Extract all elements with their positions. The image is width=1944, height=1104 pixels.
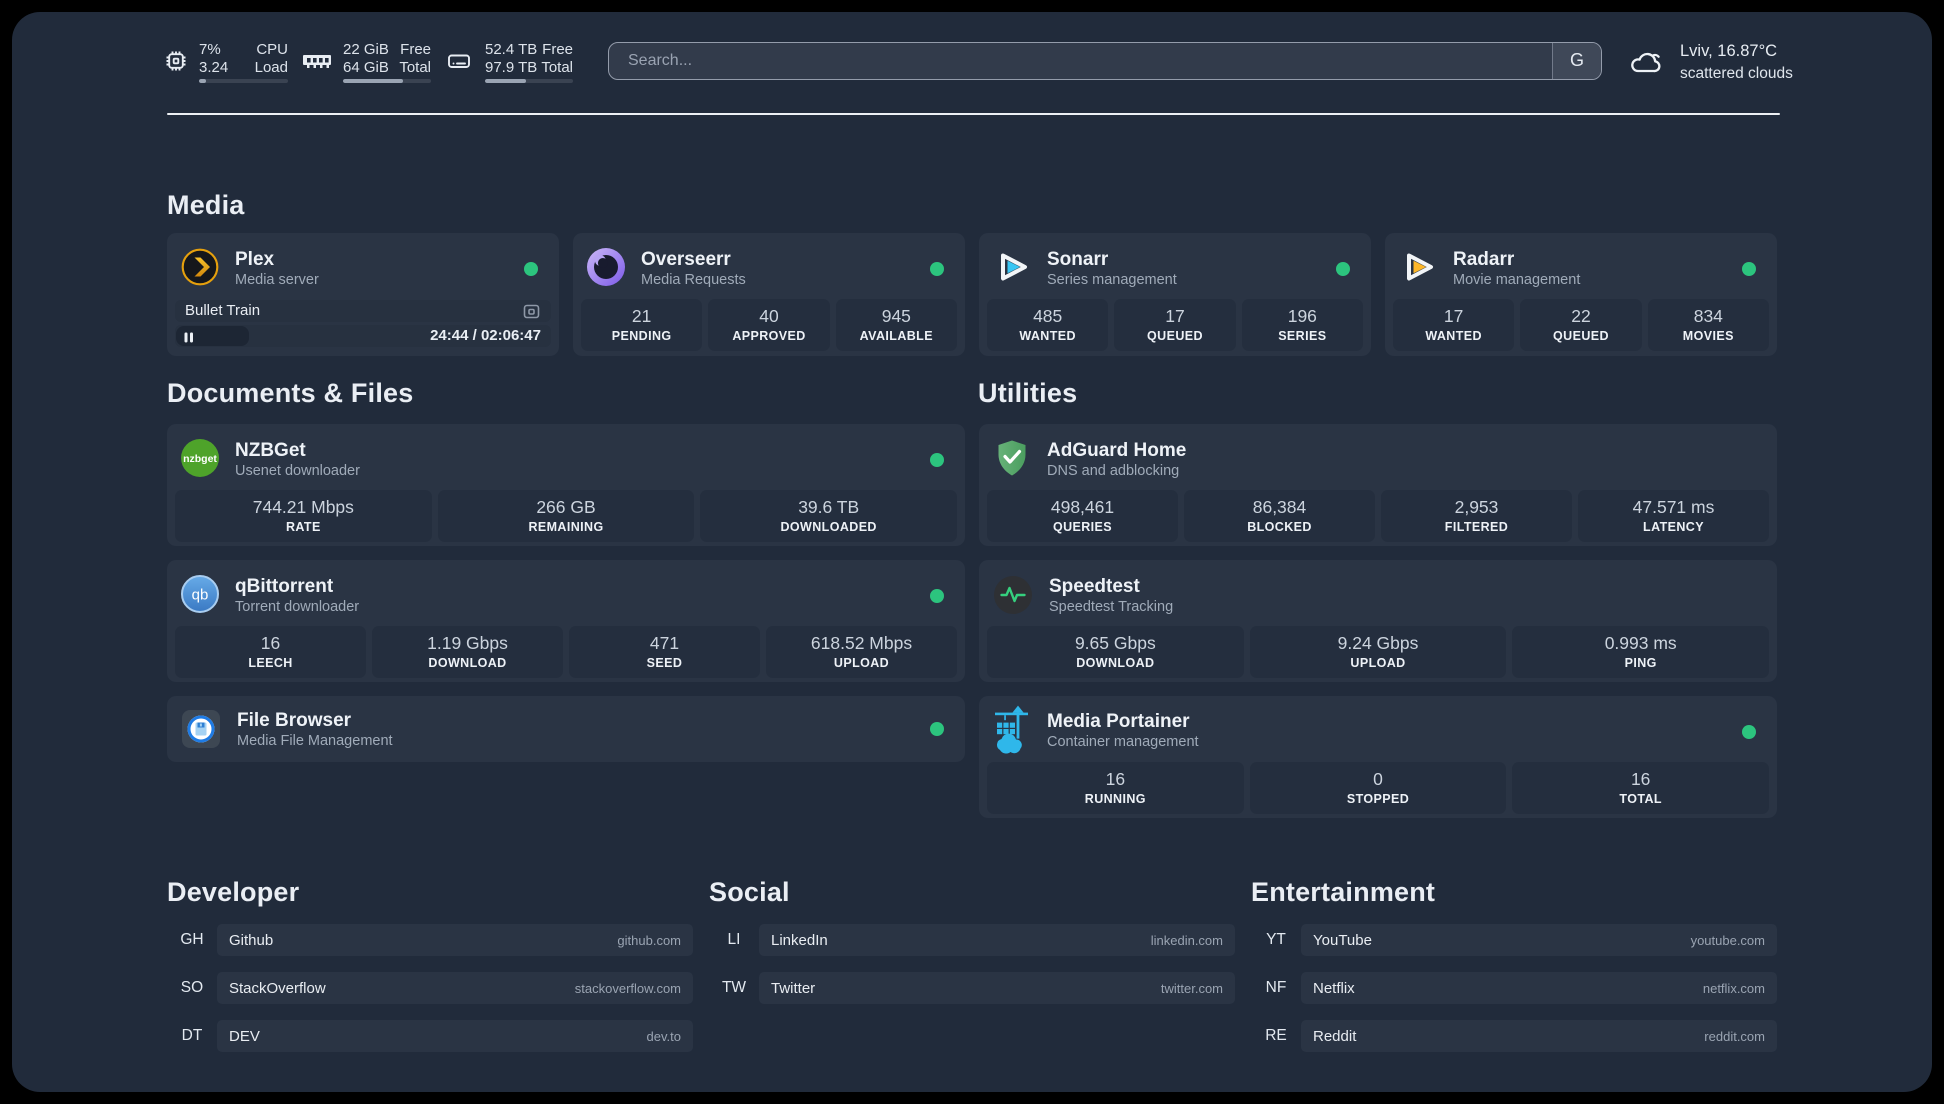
svg-text:nzbget: nzbget [183, 453, 217, 465]
svg-text:qb: qb [192, 587, 209, 604]
